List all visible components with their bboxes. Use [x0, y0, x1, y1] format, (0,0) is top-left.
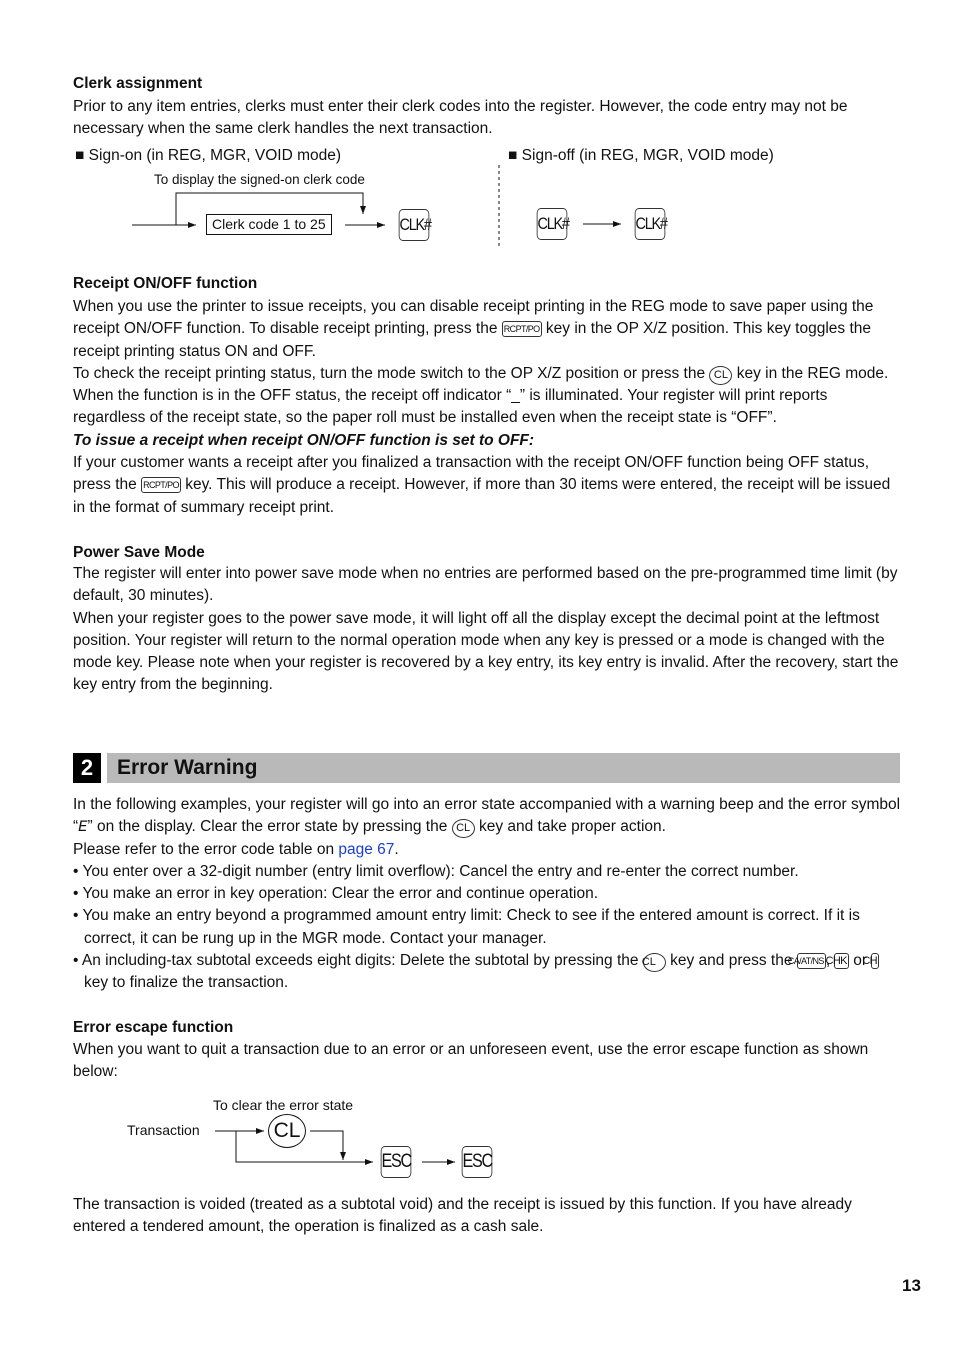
page-number: 13	[902, 1276, 921, 1295]
page-67-link[interactable]: page 67	[338, 841, 394, 858]
error-p2b: .	[394, 840, 399, 858]
error-escape-after: The transaction is voided (treated as a …	[73, 1196, 852, 1236]
error-bullet-1: • You enter over a 32-digit number (entr…	[73, 862, 799, 880]
cl-key-bullet[interactable]: CL	[642, 953, 666, 973]
error-bullet-4: • An including-tax subtotal exceeds eigh…	[73, 950, 903, 995]
receipt-p3b: key. This will produce a receipt. Howeve…	[73, 476, 891, 516]
section-number: 2	[73, 753, 101, 783]
clear-error-note: To clear the error state	[213, 1097, 354, 1113]
power-save-heading: Power Save Mode	[73, 544, 205, 561]
cl-key-diagram[interactable]: CL	[268, 1114, 306, 1148]
esc-key-2[interactable]: ESC	[461, 1146, 493, 1178]
clk-key-signoff-1[interactable]: CLK#	[536, 208, 570, 240]
ca-at-ns-key[interactable]: CA/AT/NS	[788, 953, 826, 970]
error-b4e: key to finalize the transaction.	[84, 974, 289, 992]
error-bullet-3: • You make an entry beyond a programmed …	[73, 907, 860, 947]
error-body: In the following examples, your register…	[73, 794, 903, 995]
ch-key[interactable]: CH	[862, 953, 880, 970]
arrow-cl-down	[310, 1130, 346, 1160]
cl-key[interactable]: CL	[709, 365, 733, 385]
error-p2a: Please refer to the error code table on	[73, 840, 335, 858]
transaction-label: Transaction	[127, 1122, 200, 1138]
error-escape-paragraph: When you want to quit a transaction due …	[73, 1041, 869, 1081]
error-b4b: key and press the	[670, 952, 793, 970]
cl-key-error[interactable]: CL	[451, 819, 475, 839]
section-title: Error Warning	[107, 753, 900, 783]
clk-key-signoff-2[interactable]: CLK#	[634, 208, 668, 240]
power-save-p1: The register will enter into power save …	[73, 565, 898, 605]
rcpt-po-key-2[interactable]: RCPT/PO	[141, 477, 181, 494]
error-p1c: key and take proper action.	[478, 818, 666, 836]
error-b4a: • An including-tax subtotal exceeds eigh…	[73, 952, 639, 970]
chk-key[interactable]: CHK	[825, 953, 849, 970]
power-save-body: The register will enter into power save …	[73, 563, 903, 697]
receipt-heading: Receipt ON/OFF function	[73, 275, 258, 292]
receipt-body: When you use the printer to issue receip…	[73, 296, 903, 519]
power-save-p2: When your register goes to the power sav…	[73, 609, 899, 694]
error-bullet-2: • You make an error in key operation: Cl…	[73, 885, 598, 903]
error-p1b: ” on the display. Clear the error state …	[87, 818, 448, 836]
section-header: 2 Error Warning	[73, 753, 900, 783]
error-escape-heading: Error escape function	[73, 1019, 234, 1036]
esc-key-1[interactable]: ESC	[380, 1146, 412, 1178]
rcpt-po-key[interactable]: RCPT/PO	[501, 321, 542, 338]
receipt-p2a: To check the receipt printing status, tu…	[73, 364, 706, 382]
clerk-code-box: Clerk code 1 to 25	[206, 214, 332, 235]
clk-key[interactable]: CLK#	[398, 209, 432, 241]
receipt-subheading: To issue a receipt when receipt ON/OFF f…	[73, 431, 535, 449]
